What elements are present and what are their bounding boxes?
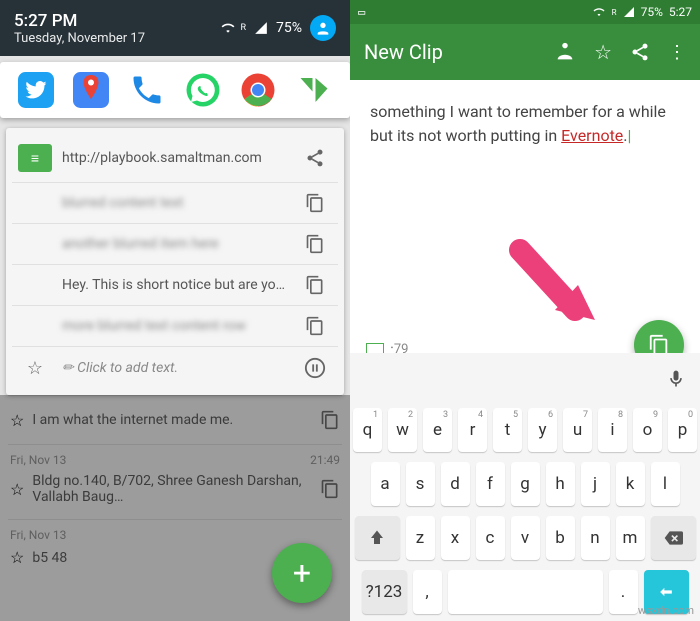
share-icon[interactable] <box>630 42 650 62</box>
reader-icon[interactable] <box>554 41 576 63</box>
notification-shade-header: 5:27 PM Tuesday, November 17 R 75% <box>0 0 350 56</box>
keyboard[interactable]: q1w2e3r4t5y6u7i8o9p0 asdfghjkl zxcvbnm ?… <box>350 353 700 621</box>
watermark: wsxdn.com <box>638 604 694 617</box>
shift-key[interactable] <box>355 516 400 560</box>
annotation-arrow <box>500 235 610 345</box>
key-t[interactable]: t5 <box>493 408 522 452</box>
key-i[interactable]: i8 <box>598 408 627 452</box>
status-bar: ▭ R 75% 5:27 <box>350 0 700 24</box>
star-icon[interactable]: ☆ <box>594 40 612 64</box>
key-d[interactable]: d <box>441 462 470 506</box>
left-screenshot: 5:27 PM Tuesday, November 17 R 75% ☆I am… <box>0 0 350 621</box>
key-q[interactable]: q1 <box>353 408 382 452</box>
key-u[interactable]: u7 <box>563 408 592 452</box>
period-key[interactable]: . <box>609 570 638 614</box>
key-s[interactable]: s <box>406 462 435 506</box>
key-v[interactable]: v <box>511 516 540 560</box>
suggestion-bar <box>350 357 700 401</box>
wifi-icon <box>220 21 236 35</box>
mic-icon[interactable] <box>666 369 686 389</box>
whatsapp-icon[interactable] <box>181 68 225 112</box>
key-b[interactable]: b <box>546 516 575 560</box>
signal-icon <box>254 21 268 35</box>
key-f[interactable]: f <box>476 462 505 506</box>
copy-icon[interactable] <box>298 234 332 254</box>
medium-icon[interactable] <box>292 68 336 112</box>
user-avatar[interactable] <box>310 15 336 41</box>
url-text: http://playbook.samaltman.com <box>62 150 288 166</box>
copy-icon[interactable] <box>298 316 332 336</box>
signal-icon <box>623 6 635 18</box>
key-l[interactable]: l <box>651 462 680 506</box>
twitter-icon[interactable] <box>14 68 58 112</box>
app-bar: New Clip ☆ ⋮ <box>350 24 700 80</box>
quick-apps-bar <box>0 62 350 118</box>
google-maps-icon[interactable] <box>69 68 113 112</box>
key-e[interactable]: e3 <box>423 408 452 452</box>
key-z[interactable]: z <box>406 516 435 560</box>
key-n[interactable]: n <box>581 516 610 560</box>
status-time: 5:27 PM <box>14 11 145 31</box>
key-x[interactable]: x <box>441 516 470 560</box>
share-icon[interactable] <box>298 148 332 168</box>
numeric-mode-key[interactable]: ?123 <box>362 570 407 614</box>
key-j[interactable]: j <box>581 462 610 506</box>
star-icon[interactable]: ☆ <box>18 358 52 379</box>
copy-icon[interactable] <box>298 193 332 213</box>
roaming-badge: R <box>240 23 246 33</box>
overflow-menu-icon[interactable]: ⋮ <box>668 42 686 63</box>
phone-icon[interactable] <box>125 68 169 112</box>
comma-key[interactable]: , <box>413 570 442 614</box>
app-logo-icon: ≡ <box>18 144 52 172</box>
key-a[interactable]: a <box>371 462 400 506</box>
pause-icon[interactable] <box>298 357 332 379</box>
key-w[interactable]: w2 <box>388 408 417 452</box>
page-title: New Clip <box>364 40 536 64</box>
right-screenshot: ▭ R 75% 5:27 New Clip ☆ ⋮ something I wa… <box>350 0 700 621</box>
backspace-key[interactable] <box>651 516 696 560</box>
status-date: Tuesday, November 17 <box>14 31 145 46</box>
key-o[interactable]: o9 <box>633 408 662 452</box>
key-g[interactable]: g <box>511 462 540 506</box>
key-m[interactable]: m <box>616 516 645 560</box>
wifi-icon <box>592 6 606 18</box>
key-r[interactable]: r4 <box>458 408 487 452</box>
add-fab[interactable]: + <box>272 543 332 603</box>
battery-text: 75% <box>276 20 302 36</box>
key-y[interactable]: y6 <box>528 408 557 452</box>
key-c[interactable]: c <box>476 516 505 560</box>
space-key[interactable] <box>448 570 603 614</box>
terminal-icon: ▭ <box>358 5 365 19</box>
key-p[interactable]: p0 <box>668 408 697 452</box>
copy-icon[interactable] <box>298 275 332 295</box>
clipboard-card: ≡ http://playbook.samaltman.com blurred … <box>6 128 344 395</box>
chrome-icon[interactable] <box>236 68 280 112</box>
key-k[interactable]: k <box>616 462 645 506</box>
key-h[interactable]: h <box>546 462 575 506</box>
